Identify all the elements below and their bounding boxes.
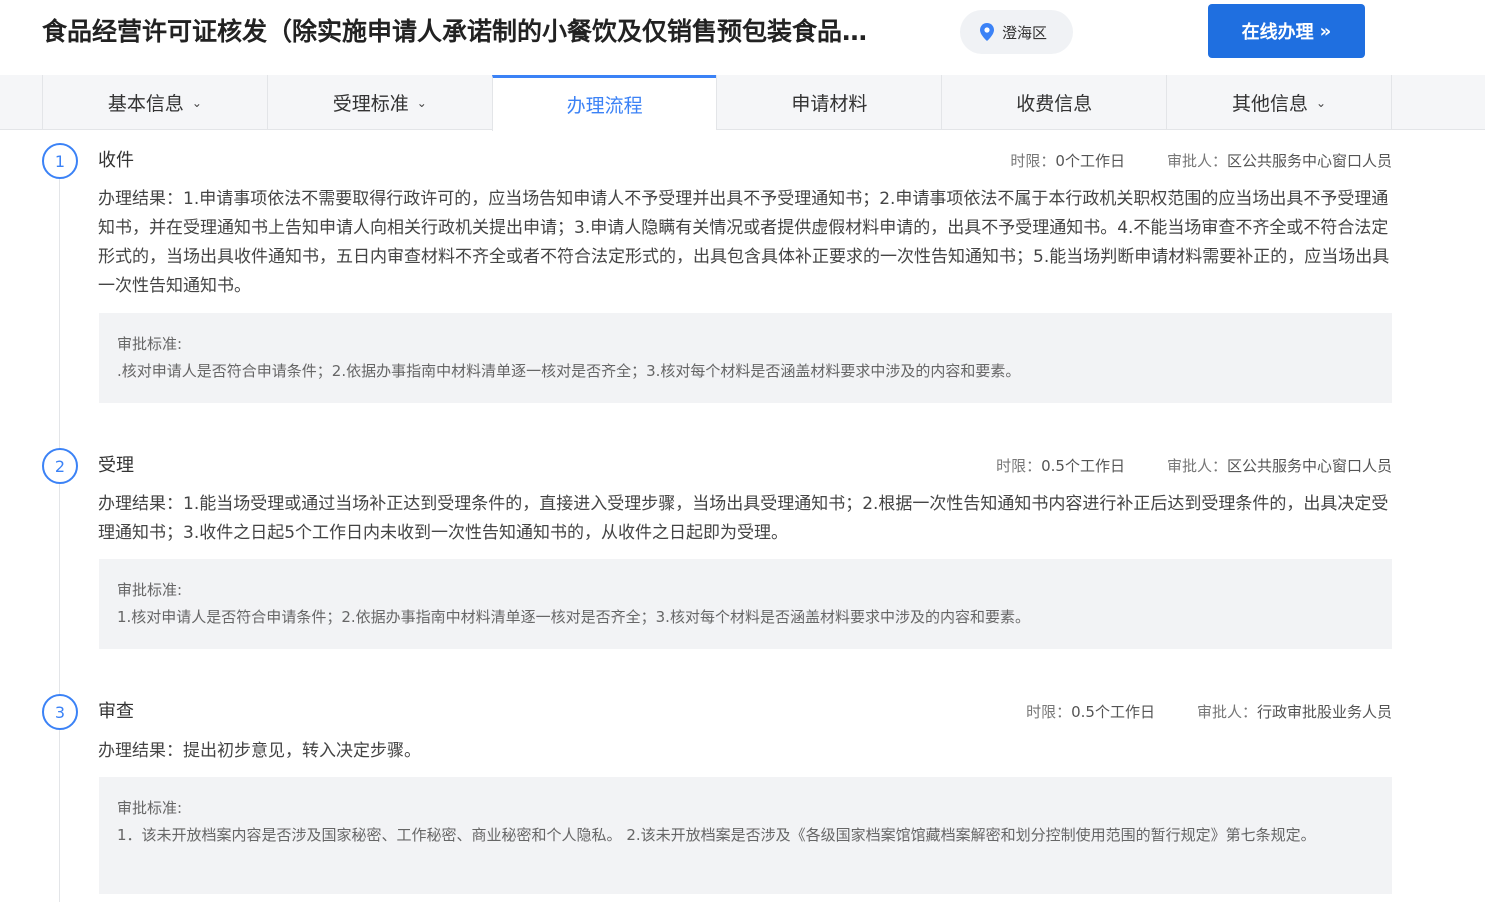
approver-value: 区公共服务中心窗口人员	[1226, 152, 1392, 170]
criteria-text: .核对申请人是否符合申请条件；2.依据办事指南中材料清单逐一核对是否齐全；3.核…	[117, 362, 1021, 380]
criteria-label: 审批标准:	[117, 581, 183, 599]
tab-label: 基本信息	[107, 93, 184, 115]
time-limit: 时限：0.5个工作日	[996, 455, 1125, 476]
criteria-label: 审批标准:	[117, 335, 183, 353]
step-name: 审查	[98, 701, 134, 722]
criteria-text: 1.核对申请人是否符合申请条件；2.依据办事指南中材料清单逐一核对是否齐全；3.…	[117, 608, 1030, 626]
double-chevron-right-icon: »	[1319, 20, 1332, 42]
tab-label: 其他信息	[1232, 93, 1309, 115]
tab-label: 受理标准	[332, 93, 409, 115]
chevron-down-icon: ⌄	[191, 95, 202, 110]
approver-label: 审批人：	[1166, 457, 1227, 475]
time-limit: 时限：0.5个工作日	[1026, 701, 1155, 722]
step-meta: 时限：0.5个工作日 审批人：区公共服务中心窗口人员	[996, 455, 1392, 476]
step-number: 2	[42, 448, 78, 484]
tab-acceptance-criteria[interactable]: 受理标准 ⌄	[266, 75, 492, 130]
tab-label: 收费信息	[1016, 93, 1093, 115]
approver-label: 审批人：	[1196, 703, 1257, 721]
location-pin-icon	[980, 23, 994, 41]
criteria-label: 审批标准:	[117, 799, 183, 817]
approver: 审批人：区公共服务中心窗口人员	[1167, 455, 1392, 476]
step-number: 1	[42, 143, 78, 179]
time-limit-value: 0.5个工作日	[1071, 703, 1155, 721]
step-result: 办理结果：提出初步意见，转入决定步骤。	[98, 741, 421, 761]
step-meta: 时限：0个工作日 审批人：区公共服务中心窗口人员	[1010, 150, 1392, 171]
tabs-bar: 基本信息 ⌄ 受理标准 ⌄ 办理流程 申请材料 收费信息 其他信息 ⌄	[0, 75, 1485, 131]
approver-value: 行政审批股业务人员	[1256, 703, 1392, 721]
time-limit-label: 时限：	[1010, 152, 1056, 170]
time-limit-value: 0个工作日	[1055, 152, 1125, 170]
tab-label: 申请材料	[791, 93, 868, 115]
timeline-line	[59, 178, 60, 902]
time-limit-value: 0.5个工作日	[1041, 457, 1125, 475]
approver: 审批人：区公共服务中心窗口人员	[1167, 150, 1392, 171]
page-title: 食品经营许可证核发（除实施申请人承诺制的小餐饮及仅销售预包装食品…	[42, 17, 868, 46]
approver: 审批人：行政审批股业务人员	[1197, 701, 1392, 722]
criteria-box: 审批标准: .核对申请人是否符合申请条件；2.依据办事指南中材料清单逐一核对是否…	[99, 313, 1392, 403]
step-number: 3	[42, 694, 78, 730]
criteria-box: 审批标准: 1．该未开放档案内容是否涉及国家秘密、工作秘密、商业秘密和个人隐私。…	[99, 777, 1392, 894]
header: 食品经营许可证核发（除实施申请人承诺制的小餐饮及仅销售预包装食品… 澄海区 在线…	[0, 0, 1485, 75]
approver-value: 区公共服务中心窗口人员	[1226, 457, 1392, 475]
time-limit-label: 时限：	[996, 457, 1042, 475]
time-limit-label: 时限：	[1026, 703, 1072, 721]
criteria-box: 审批标准: 1.核对申请人是否符合申请条件；2.依据办事指南中材料清单逐一核对是…	[99, 559, 1392, 649]
tab-materials[interactable]: 申请材料	[716, 75, 941, 130]
online-apply-label: 在线办理	[1241, 22, 1314, 43]
step-result: 办理结果：1.申请事项依法不需要取得行政许可的，应当场告知申请人不予受理并出具不…	[98, 189, 1390, 296]
tab-label: 办理流程	[566, 95, 643, 117]
time-limit: 时限：0个工作日	[1010, 150, 1125, 171]
step-result: 办理结果：1.能当场受理或通过当场补正达到受理条件的，直接进入受理步骤，当场出具…	[98, 494, 1389, 543]
chevron-down-icon: ⌄	[1316, 95, 1327, 110]
step-name: 受理	[98, 455, 134, 476]
region-label: 澄海区	[1002, 23, 1048, 42]
criteria-text: 1．该未开放档案内容是否涉及国家秘密、工作秘密、商业秘密和个人隐私。 2.该未开…	[117, 826, 1316, 844]
online-apply-button[interactable]: 在线办理 »	[1208, 4, 1365, 58]
region-selector[interactable]: 澄海区	[960, 10, 1073, 54]
step-meta: 时限：0.5个工作日 审批人：行政审批股业务人员	[1026, 701, 1392, 722]
chevron-down-icon: ⌄	[416, 95, 427, 110]
approver-label: 审批人：	[1166, 152, 1227, 170]
tab-process[interactable]: 办理流程	[491, 75, 717, 131]
tab-fees[interactable]: 收费信息	[941, 75, 1166, 130]
step-name: 收件	[98, 150, 134, 171]
tab-basic-info[interactable]: 基本信息 ⌄	[42, 75, 267, 130]
tab-other-info[interactable]: 其他信息 ⌄	[1166, 75, 1392, 130]
tab-list: 基本信息 ⌄ 受理标准 ⌄ 办理流程 申请材料 收费信息 其他信息 ⌄	[42, 75, 1392, 131]
